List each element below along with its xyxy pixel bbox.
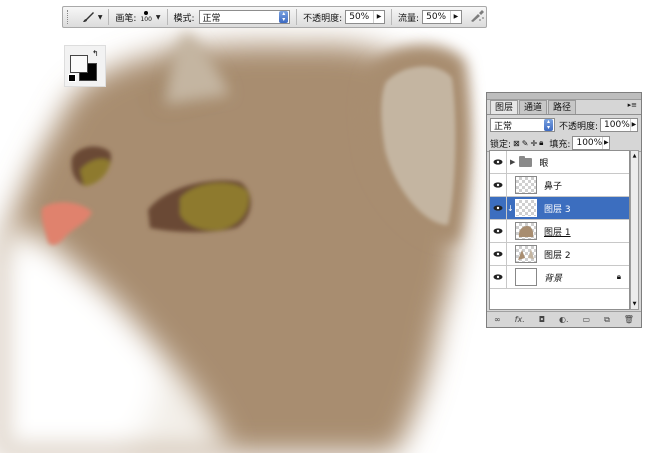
separator: [166, 9, 168, 25]
group-icon[interactable]: ▭: [583, 315, 591, 324]
tab-layers[interactable]: 图层: [490, 100, 519, 114]
clip-arrow-icon: ↓: [507, 203, 514, 213]
folder-icon: [519, 155, 533, 167]
chevron-down-icon: ▼: [97, 13, 103, 21]
flow-value: 50%: [426, 12, 447, 22]
layer-name: 眼: [539, 158, 549, 169]
panel-tabs: 图层 通道 路径 ▸≡: [487, 100, 641, 115]
panel-menu-icon[interactable]: ▸≡: [628, 101, 637, 109]
expand-triangle-icon[interactable]: ▶: [510, 158, 515, 166]
layer-thumbnail: [515, 268, 537, 286]
opacity-input[interactable]: 50% ▶: [345, 10, 386, 24]
layers-panel: 图层 通道 路径 ▸≡ 正常 ▴ ▾ 不透明度: 100% ▶ 锁定: ⊠ ✎ ✛…: [486, 92, 642, 328]
brush-picker[interactable]: 100: [140, 10, 152, 24]
lock-all-icon[interactable]: 🔒︎: [539, 138, 543, 148]
separator: [108, 9, 110, 25]
layer-opacity-label: 不透明度:: [559, 121, 599, 132]
visibility-eye-icon[interactable]: [490, 243, 507, 265]
visibility-eye-icon[interactable]: [490, 197, 507, 219]
layer-row-layer-2[interactable]: 图层 2: [490, 243, 629, 266]
layer-opacity-arrow-icon[interactable]: ▶: [629, 119, 637, 131]
foreground-color-swatch[interactable]: [70, 55, 88, 73]
layer-thumbnail: [515, 176, 537, 194]
new-layer-icon[interactable]: ⧉: [604, 315, 610, 325]
fill-label: 填充:: [549, 139, 571, 150]
lock-pixels-icon[interactable]: ✎: [522, 139, 529, 148]
brush-tip-icon: [144, 10, 149, 15]
lock-transparency-icon[interactable]: ⊠: [513, 139, 520, 148]
blend-mode-value: 正常: [494, 121, 513, 132]
link-layers-icon[interactable]: ∞: [494, 315, 501, 324]
color-swatches: ↰: [64, 45, 106, 87]
fx-icon[interactable]: fx.: [515, 315, 525, 324]
visibility-eye-icon[interactable]: [490, 220, 507, 242]
panel-title-bar[interactable]: [487, 93, 641, 100]
fill-arrow-icon[interactable]: ▶: [602, 137, 609, 149]
layer-opacity-input[interactable]: 100% ▶: [600, 118, 639, 132]
mode-label: 模式:: [173, 13, 195, 24]
lock-label: 锁定:: [490, 139, 512, 150]
opacity-label: 不透明度:: [303, 13, 343, 24]
layer-thumbnail: [515, 245, 537, 263]
layer-name: 鼻子: [544, 181, 563, 192]
opacity-slider-arrow-icon[interactable]: ▶: [373, 11, 384, 23]
panel-bottom-toolbar: ∞ fx. ◘ ◐. ▭ ⧉ 🗑︎: [487, 311, 641, 327]
lock-icon: 🔒︎: [616, 272, 621, 281]
layer-name: 图层 2: [544, 250, 571, 261]
visibility-eye-icon[interactable]: [490, 266, 507, 288]
brush-size: 100: [140, 15, 152, 23]
layer-row-layer-3[interactable]: ↓ 图层 3: [490, 197, 629, 220]
mask-icon[interactable]: ◘: [539, 315, 545, 324]
default-colors-icon[interactable]: [68, 74, 76, 82]
flow-input[interactable]: 50% ▶: [422, 10, 462, 24]
layers-list: ▶ 眼 鼻子 ↓ 图层 3 图层 1 图层 2 背景 🔒︎: [489, 150, 630, 310]
fill-input[interactable]: 100% ▶: [572, 136, 611, 150]
options-bar: ▼ 画笔: 100 ▼ 模式: 正常 ▴ ▾ 不透明度: 50% ▶ 流量: 50…: [62, 6, 487, 28]
visibility-eye-icon[interactable]: [490, 174, 507, 196]
mode-value: 正常: [202, 13, 221, 24]
layers-scrollbar[interactable]: ▲ ▼: [630, 150, 639, 310]
lock-options: ⊠ ✎ ✛ 🔒︎: [513, 138, 545, 148]
layer-row-nose[interactable]: 鼻子: [490, 174, 629, 197]
blend-mode-select[interactable]: 正常 ▴ ▾: [490, 118, 555, 132]
flow-slider-arrow-icon[interactable]: ▶: [449, 11, 461, 23]
visibility-eye-icon[interactable]: [490, 151, 507, 173]
layer-row-group-eye[interactable]: ▶ 眼: [490, 151, 629, 174]
trash-icon[interactable]: 🗑︎: [624, 315, 634, 324]
options-bar-grip[interactable]: [67, 10, 71, 24]
separator: [296, 9, 298, 25]
layer-opacity-value: 100%: [604, 120, 630, 130]
layer-thumbnail: [515, 199, 537, 217]
tool-preset-picker[interactable]: ▼: [81, 10, 103, 24]
tab-channels[interactable]: 通道: [519, 100, 548, 114]
layer-row-background[interactable]: 背景 🔒︎: [490, 266, 629, 289]
scroll-down-icon[interactable]: ▼: [631, 300, 638, 308]
select-spinner-icon: ▴ ▾: [279, 11, 289, 23]
flow-label: 流量:: [398, 13, 420, 24]
layer-name: 图层 1: [544, 227, 571, 238]
airbrush-icon[interactable]: [470, 9, 486, 26]
swap-colors-icon[interactable]: ↰: [92, 49, 99, 58]
scroll-up-icon[interactable]: ▲: [631, 152, 638, 160]
fill-value: 100%: [576, 138, 603, 148]
layer-name: 图层 3: [544, 204, 571, 215]
select-spinner-icon: ▴ ▾: [544, 119, 553, 131]
layer-row-layer-1[interactable]: 图层 1: [490, 220, 629, 243]
brush-icon: [82, 12, 94, 22]
layer-name: 背景: [544, 273, 563, 284]
tab-paths[interactable]: 路径: [548, 100, 577, 114]
mode-select[interactable]: 正常 ▴ ▾: [198, 10, 291, 24]
opacity-value: 50%: [349, 12, 370, 22]
separator: [391, 9, 393, 25]
layer-thumbnail: [515, 222, 537, 240]
adjustment-icon[interactable]: ◐.: [559, 315, 569, 324]
blend-row: 正常 ▴ ▾ 不透明度: 100% ▶: [487, 115, 641, 135]
brush-label: 画笔:: [115, 13, 137, 24]
lock-position-icon[interactable]: ✛: [530, 139, 537, 148]
brush-picker-chevron-icon[interactable]: ▼: [156, 14, 161, 21]
